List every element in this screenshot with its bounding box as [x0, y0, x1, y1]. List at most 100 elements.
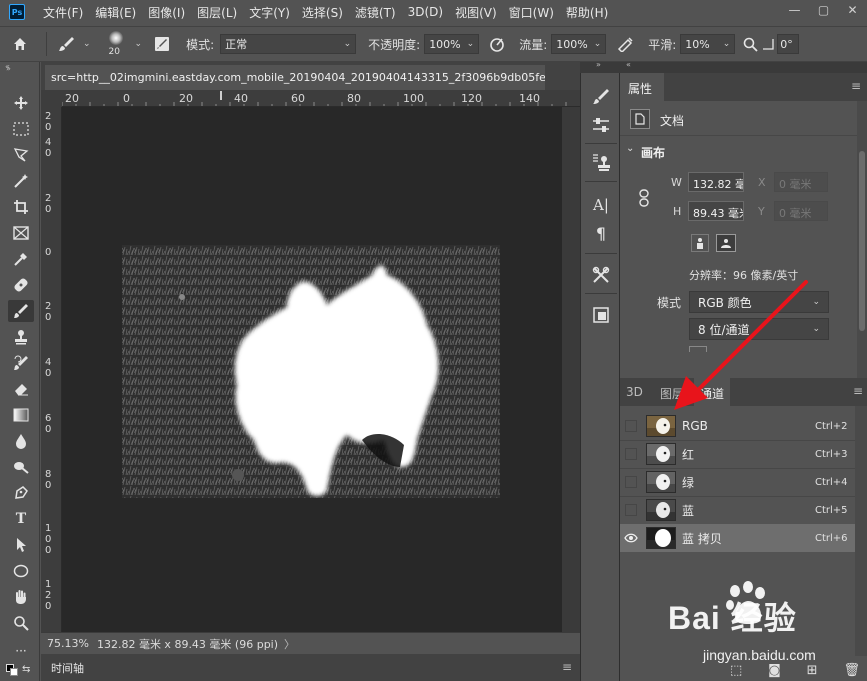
chevron-right-icon[interactable]: 〉 [284, 636, 295, 652]
collapse-icon[interactable]: « [5, 62, 10, 71]
width-field[interactable]: 132.82 毫 [688, 172, 744, 192]
search-icon[interactable] [739, 29, 761, 59]
brush-settings-panel-icon[interactable] [588, 113, 614, 137]
x-field[interactable]: 0 毫米 [774, 172, 828, 192]
document-image[interactable] [122, 245, 500, 498]
zoom-level[interactable]: 75.13% [47, 637, 89, 650]
menu-view[interactable]: 视图(V) [449, 4, 503, 21]
tab-3d[interactable]: 3D [620, 378, 649, 406]
expand-dock-icon[interactable]: » [596, 60, 601, 69]
visibility-toggle[interactable] [620, 496, 642, 524]
document-tab[interactable]: src=http__02imgmini.eastday.com_mobile_2… [45, 65, 545, 90]
ellipse-tool-icon[interactable] [8, 560, 34, 582]
panel-menu-icon[interactable]: ≡ [562, 660, 572, 674]
menu-file[interactable]: 文件(F) [37, 4, 89, 21]
frame-tool-icon[interactable] [8, 222, 34, 244]
chevron-down-icon[interactable]: ⌄ [626, 143, 634, 154]
type-tool-icon[interactable]: T [8, 508, 34, 530]
stamp-tool-icon[interactable] [8, 326, 34, 348]
brush-preset-icon[interactable] [53, 29, 81, 59]
channel-row-red[interactable]: 红 Ctrl+3 [620, 440, 855, 468]
menu-type[interactable]: 文字(Y) [243, 4, 296, 21]
channel-row-blue-copy[interactable]: 蓝 拷贝 Ctrl+6 [620, 524, 855, 552]
menu-select[interactable]: 选择(S) [296, 4, 349, 21]
link-icon[interactable] [638, 189, 650, 207]
height-field[interactable]: 89.43 毫米 [688, 201, 744, 221]
opacity-select[interactable]: 100% ⌄ [424, 34, 480, 54]
landscape-orientation-icon[interactable] [716, 234, 736, 252]
angle-input[interactable]: 0° [777, 34, 800, 54]
gradient-tool-icon[interactable] [8, 404, 34, 426]
crop-tool-icon[interactable] [8, 196, 34, 218]
paragraph-panel-icon[interactable]: ¶ [588, 221, 614, 245]
menu-layer[interactable]: 图层(L) [191, 4, 243, 21]
chevron-down-icon[interactable]: ⌄ [83, 39, 91, 49]
history-brush-tool-icon[interactable] [8, 352, 34, 374]
flow-label: 流量: [519, 37, 548, 52]
marquee-tool-icon[interactable] [8, 118, 34, 140]
eraser-tool-icon[interactable] [8, 378, 34, 400]
canvas-scrollbar[interactable] [562, 107, 580, 632]
mode-select[interactable]: 正常 ⌄ [220, 34, 357, 54]
zoom-tool-icon[interactable] [8, 612, 34, 634]
brush-size-picker[interactable]: 20 [101, 29, 133, 59]
panel-menu-icon[interactable]: ≡ [853, 384, 863, 398]
properties-scrollbar[interactable] [857, 101, 867, 378]
channel-row-green[interactable]: 绿 Ctrl+4 [620, 468, 855, 496]
character-panel-icon[interactable]: A| [588, 193, 614, 217]
blur-tool-icon[interactable] [8, 430, 34, 452]
visibility-toggle[interactable] [620, 412, 642, 440]
pen-tool-icon[interactable] [8, 482, 34, 504]
panel-menu-icon[interactable]: ≡ [851, 79, 861, 93]
smoothing-select[interactable]: 10% ⌄ [680, 34, 736, 54]
timeline-panel-tab[interactable]: 时间轴 ≡ [41, 654, 580, 681]
move-tool-icon[interactable] [8, 92, 34, 114]
more-tools-icon[interactable]: ··· [8, 640, 34, 662]
menu-3d[interactable]: 3D(D) [402, 5, 449, 19]
tool-presets-panel-icon[interactable] [588, 263, 614, 287]
chevron-down-icon[interactable]: ⌄ [135, 39, 143, 49]
pressure-opacity-icon[interactable] [483, 29, 511, 59]
channel-row-rgb[interactable]: RGB Ctrl+2 [620, 412, 855, 440]
magic-wand-tool-icon[interactable] [8, 170, 34, 192]
channel-row-blue[interactable]: 蓝 Ctrl+5 [620, 496, 855, 524]
close-button[interactable]: ✕ [838, 0, 867, 20]
collapse-icon[interactable]: « [626, 60, 631, 69]
brush-settings-icon[interactable] [148, 29, 176, 59]
menu-edit[interactable]: 编辑(E) [89, 4, 142, 21]
clone-source-panel-icon[interactable] [588, 151, 614, 175]
home-icon[interactable] [0, 29, 40, 59]
maximize-button[interactable]: ▢ [809, 0, 838, 20]
angle-icon[interactable] [761, 29, 775, 59]
portrait-orientation-icon[interactable] [691, 234, 709, 252]
menu-help[interactable]: 帮助(H) [560, 4, 614, 21]
canvas-area[interactable] [62, 107, 562, 632]
lasso-tool-icon[interactable] [8, 144, 34, 166]
visibility-toggle[interactable] [620, 440, 642, 468]
photoshop-logo-icon[interactable]: Ps [9, 4, 25, 20]
dodge-tool-icon[interactable] [8, 456, 34, 478]
background-color-swatch[interactable] [10, 668, 18, 676]
y-field[interactable]: 0 毫米 [774, 201, 828, 221]
tab-properties[interactable]: 属性 [620, 73, 664, 101]
path-selection-tool-icon[interactable] [8, 534, 34, 556]
hand-tool-icon[interactable] [8, 586, 34, 608]
horizontal-ruler[interactable]: 20 0 20 40 60 80 100 120 140 [62, 90, 580, 107]
vertical-ruler[interactable]: 2 0 4 0 2 0 0 2 0 4 0 6 0 8 0 1 0 0 1 2 … [41, 107, 62, 632]
color-swatches[interactable]: ⇆ [6, 664, 34, 678]
eyedropper-tool-icon[interactable] [8, 248, 34, 270]
swap-colors-icon[interactable]: ⇆ [22, 664, 30, 675]
healing-brush-tool-icon[interactable] [8, 274, 34, 296]
scrollbar-thumb[interactable] [859, 151, 865, 331]
menu-window[interactable]: 窗口(W) [503, 4, 560, 21]
brush-tool-icon[interactable] [8, 300, 34, 322]
navigator-panel-icon[interactable] [588, 303, 614, 327]
flow-select[interactable]: 100% ⌄ [551, 34, 607, 54]
visibility-toggle[interactable] [620, 524, 642, 552]
airbrush-icon[interactable] [610, 29, 640, 59]
menu-image[interactable]: 图像(I) [142, 4, 191, 21]
menu-filter[interactable]: 滤镜(T) [349, 4, 402, 21]
brush-panel-icon[interactable] [588, 85, 614, 109]
minimize-button[interactable]: — [780, 0, 809, 20]
visibility-toggle[interactable] [620, 468, 642, 496]
